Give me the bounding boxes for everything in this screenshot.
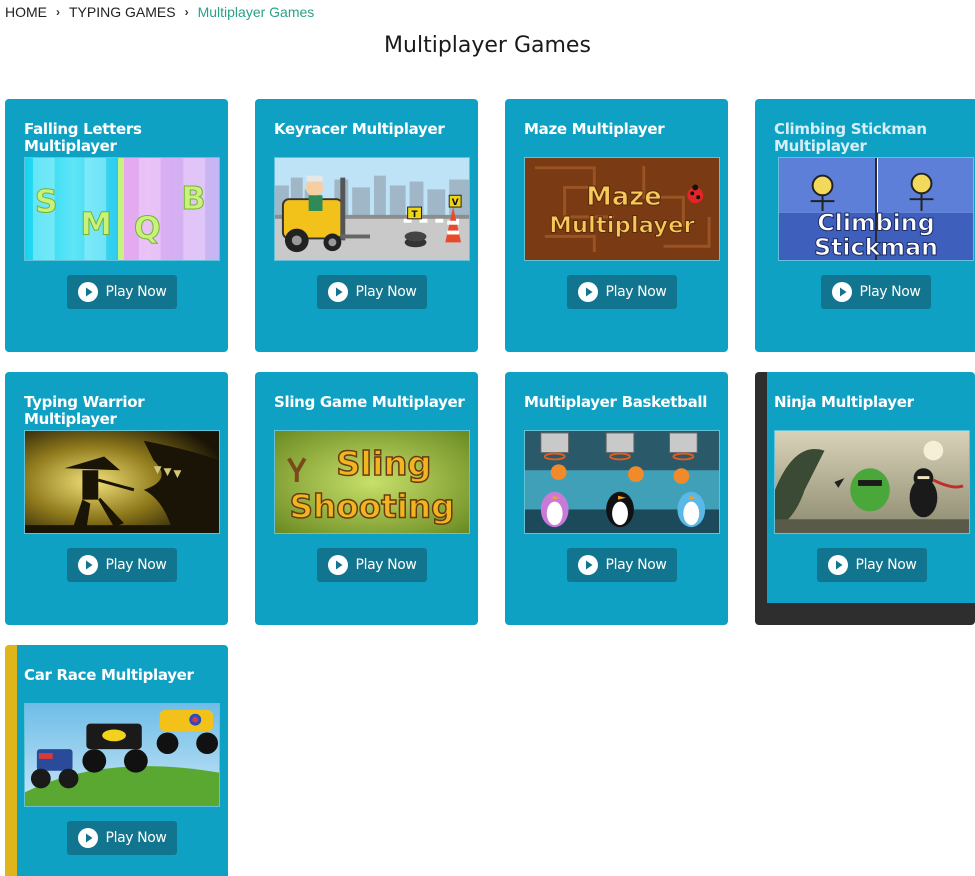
thumb-key: V xyxy=(452,198,459,208)
play-circle-icon xyxy=(327,282,348,302)
breadcrumb-typing-games-link[interactable]: TYPING GAMES xyxy=(69,4,176,20)
play-now-label: Play Now xyxy=(105,830,167,846)
play-now-button[interactable]: Play Now xyxy=(67,821,177,855)
game-title: Ninja Multiplayer xyxy=(774,393,914,411)
game-thumbnail[interactable]: Maze Multiplayer xyxy=(524,157,720,261)
game-card-typing-warrior[interactable]: Typing Warrior Multiplayer Play Now xyxy=(5,372,228,625)
thumb-title-line: Sling xyxy=(336,444,431,483)
chevron-right-icon: › xyxy=(56,5,60,19)
game-title: Falling Letters Multiplayer xyxy=(24,120,142,155)
play-now-button[interactable]: Play Now xyxy=(567,275,677,309)
game-title: Typing Warrior Multiplayer xyxy=(24,393,145,428)
breadcrumb: HOME › TYPING GAMES › Multiplayer Games xyxy=(5,4,314,20)
game-card-climbing-stickman[interactable]: Climbing Stickman Multiplayer Climbing S… xyxy=(755,99,975,352)
play-now-button[interactable]: Play Now xyxy=(821,275,931,309)
play-now-button[interactable]: Play Now xyxy=(817,548,927,582)
play-now-label: Play Now xyxy=(105,557,167,573)
game-card-maze[interactable]: Maze Multiplayer Maze Multiplayer Play N… xyxy=(505,99,728,352)
game-card-falling-letters[interactable]: Falling Letters Multiplayer S M Q B Play… xyxy=(5,99,228,352)
game-thumbnail[interactable] xyxy=(774,430,970,534)
game-title: Sling Game Multiplayer xyxy=(274,393,465,411)
game-thumbnail[interactable]: Sling Shooting xyxy=(274,430,470,534)
thumb-key: T xyxy=(412,210,418,220)
chevron-right-icon: › xyxy=(184,5,189,19)
play-circle-icon xyxy=(831,282,852,302)
play-circle-icon xyxy=(77,282,98,302)
play-now-label: Play Now xyxy=(859,284,921,300)
game-thumbnail[interactable]: T V xyxy=(274,157,470,261)
game-thumbnail[interactable] xyxy=(24,430,220,534)
game-title: Keyracer Multiplayer xyxy=(274,120,445,138)
thumb-title-line: Stickman xyxy=(814,233,938,260)
game-title: Multiplayer Basketball xyxy=(524,393,708,411)
game-card-sling-game[interactable]: Sling Game Multiplayer Sling Shooting Pl… xyxy=(255,372,478,625)
game-card-multiplayer-basketball[interactable]: Multiplayer Basketball Play Now xyxy=(505,372,728,625)
game-thumbnail[interactable] xyxy=(524,430,720,534)
thumb-title-line: Maze xyxy=(586,182,661,212)
thumb-title-line: Multiplayer xyxy=(549,213,695,239)
play-now-button[interactable]: Play Now xyxy=(567,548,677,582)
game-title: Maze Multiplayer xyxy=(524,120,665,138)
breadcrumb-home-link[interactable]: HOME xyxy=(5,4,47,20)
play-now-label: Play Now xyxy=(355,557,417,573)
breadcrumb-current: Multiplayer Games xyxy=(197,4,315,20)
play-now-label: Play Now xyxy=(605,284,667,300)
game-thumbnail[interactable] xyxy=(24,703,220,807)
game-card-ninja[interactable]: Ninja Multiplayer Play Now xyxy=(755,372,975,625)
play-circle-icon xyxy=(577,282,598,302)
play-now-button[interactable]: Play Now xyxy=(67,548,177,582)
play-now-button[interactable]: Play Now xyxy=(317,275,427,309)
play-circle-icon xyxy=(77,555,98,575)
play-now-label: Play Now xyxy=(355,284,417,300)
play-circle-icon xyxy=(327,555,348,575)
game-card-car-race[interactable]: Car Race Multiplayer Play Now xyxy=(5,645,228,876)
play-now-label: Play Now xyxy=(605,557,667,573)
thumb-letter: M xyxy=(80,207,112,243)
play-now-label: Play Now xyxy=(855,557,917,573)
page-title: Multiplayer Games xyxy=(384,33,591,58)
game-card-keyracer[interactable]: Keyracer Multiplayer T V Play Now xyxy=(255,99,478,352)
play-now-button[interactable]: Play Now xyxy=(67,275,177,309)
game-title: Car Race Multiplayer xyxy=(24,666,194,684)
game-title: Climbing Stickman Multiplayer xyxy=(774,120,927,155)
play-circle-icon xyxy=(77,828,98,848)
game-thumbnail[interactable]: S M Q B xyxy=(24,157,220,261)
thumb-title-line: Shooting xyxy=(289,487,454,525)
thumb-letter: S xyxy=(35,184,58,220)
play-circle-icon xyxy=(827,555,848,575)
play-now-button[interactable]: Play Now xyxy=(317,548,427,582)
play-circle-icon xyxy=(577,555,598,575)
thumb-letter: Q xyxy=(134,211,161,247)
game-thumbnail[interactable]: Climbing Stickman xyxy=(778,157,974,261)
thumb-letter: B xyxy=(181,181,205,217)
play-now-label: Play Now xyxy=(105,284,167,300)
